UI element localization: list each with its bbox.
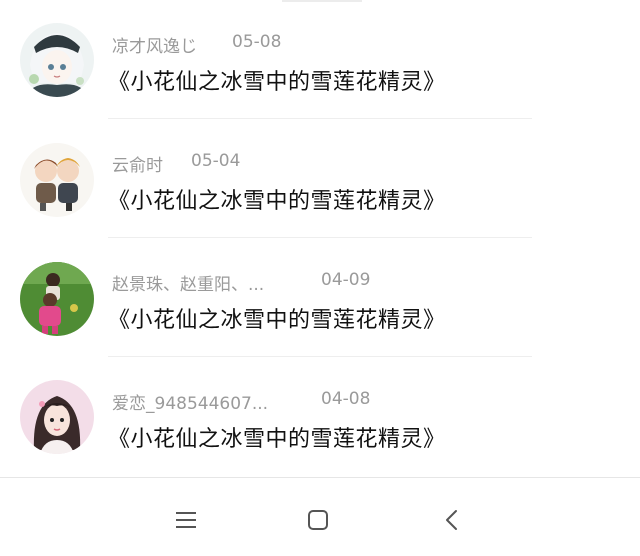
home-button[interactable] <box>298 500 338 540</box>
avatar[interactable] <box>20 23 94 97</box>
conversation-date: 04-08 <box>321 389 371 409</box>
conversation-meta: 赵景珠、赵重阳、... 04-09 <box>112 270 370 295</box>
conversation-date: 05-04 <box>191 151 241 171</box>
girl-photo-avatar-icon <box>20 380 94 454</box>
sender-name: 凉才风逸じ <box>112 37 197 57</box>
system-navigation-bar <box>0 477 640 556</box>
home-square-icon <box>308 510 328 530</box>
list-item[interactable]: 赵景珠、赵重阳、... 04-09 《小花仙之冰雪中的雪莲花精灵》 <box>0 238 640 357</box>
conversation-title: 《小花仙之冰雪中的雪莲花精灵》 <box>108 189 446 214</box>
back-chevron-icon <box>446 510 457 530</box>
conversation-title: 《小花仙之冰雪中的雪莲花精灵》 <box>108 427 446 452</box>
avatar[interactable] <box>20 262 94 336</box>
sender-name: 云俞时 <box>112 156 163 176</box>
sender-name: 赵景珠、赵重阳、... <box>112 275 265 295</box>
conversation-date: 04-09 <box>321 270 371 290</box>
menu-button[interactable] <box>166 500 206 540</box>
menu-icon <box>176 512 196 528</box>
conversation-title: 《小花仙之冰雪中的雪莲花精灵》 <box>108 308 446 333</box>
back-button[interactable] <box>432 500 472 540</box>
list-item[interactable]: 云俞时 05-04 《小花仙之冰雪中的雪莲花精灵》 <box>0 119 640 238</box>
couple-cartoon-avatar-icon <box>20 143 94 217</box>
children-photo-avatar-icon <box>20 262 94 336</box>
conversation-date: 05-08 <box>232 32 282 52</box>
list-item[interactable]: 凉才风逸じ 05-08 《小花仙之冰雪中的雪莲花精灵》 <box>0 0 640 119</box>
anime-girl-avatar-icon <box>20 23 94 97</box>
sender-name: 爱恋_948544607... <box>112 394 269 414</box>
conversation-title: 《小花仙之冰雪中的雪莲花精灵》 <box>108 70 446 95</box>
conversation-meta: 凉才风逸じ 05-08 <box>112 32 281 57</box>
conversation-meta: 爱恋_948544607... 04-08 <box>112 389 370 414</box>
conversation-meta: 云俞时 05-04 <box>112 151 240 176</box>
avatar[interactable] <box>20 143 94 217</box>
list-item[interactable]: 爱恋_948544607... 04-08 《小花仙之冰雪中的雪莲花精灵》 <box>0 357 640 476</box>
avatar[interactable] <box>20 380 94 454</box>
